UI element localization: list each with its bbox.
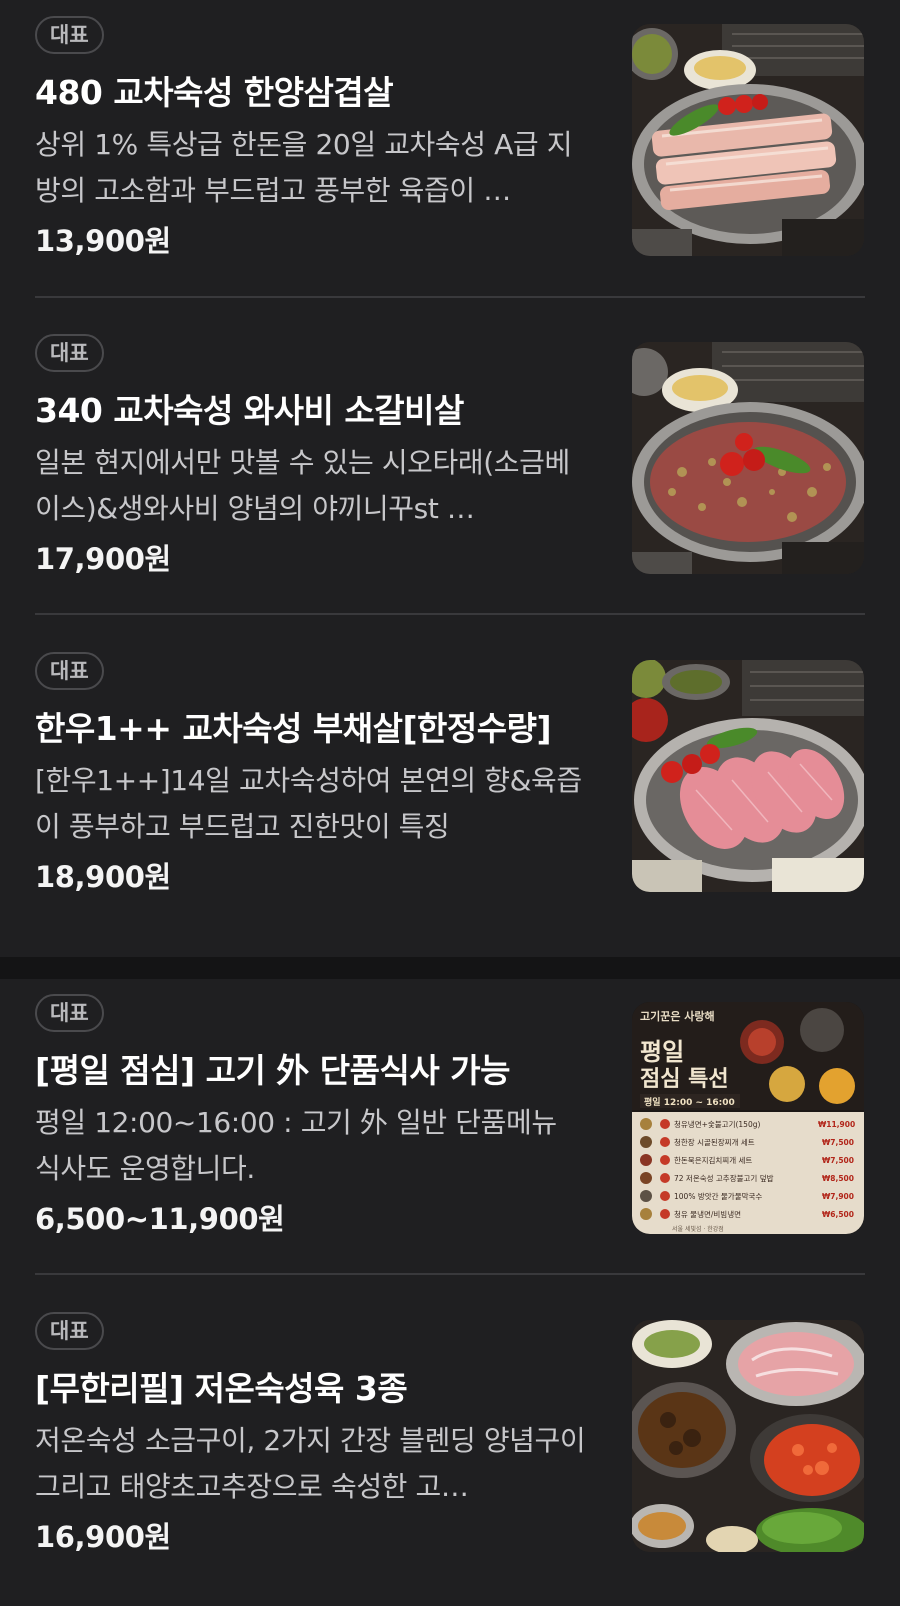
menu-item[interactable]: 대표 [무한리필] 저온숙성육 3종 저온숙성 소금구이, 2가지 간장 블렌딩… <box>0 1296 900 1596</box>
poster-hours: 평일 12:00 ~ 16:00 <box>644 1096 735 1108</box>
menu-item-description: 상위 1% 특상급 한돈을 20일 교차숙성 A급 지방의 고소함과 부드럽고 … <box>35 128 573 207</box>
menu-item-name: 480 교차숙성 한양삼겹살 <box>35 73 394 112</box>
hanwoo-top-blade-photo[interactable] <box>632 660 864 892</box>
poster-row-price: ₩7,500 <box>822 1138 854 1147</box>
menu-item-price: 6,500~11,900원 <box>35 1202 285 1236</box>
divider <box>35 613 865 615</box>
menu-item-name: [평일 점심] 고기 外 단품식사 가능 <box>35 1051 510 1090</box>
menu-item-name: 340 교차숙성 와사비 소갈비살 <box>35 391 464 430</box>
poster-row-label: 72 저온숙성 고추장불고기 덮밥 <box>674 1173 774 1183</box>
menu-item-price: 18,900원 <box>35 860 171 894</box>
signature-badge: 대표 <box>35 994 104 1032</box>
poster-row-price: ₩8,500 <box>822 1174 854 1183</box>
menu-item-price: 17,900원 <box>35 542 171 576</box>
poster-title-line2: 점심 특선 <box>640 1066 729 1092</box>
section-separator <box>0 957 900 979</box>
signature-badge: 대표 <box>35 1312 104 1350</box>
beef-rib-photo[interactable] <box>632 342 864 574</box>
poster-row-price: ₩6,500 <box>822 1210 854 1219</box>
signature-badge: 대표 <box>35 16 104 54</box>
menu-item-description: 평일 12:00~16:00 : 고기 外 일반 단품메뉴 식사도 운영합니다. <box>35 1106 557 1185</box>
poster-row-label: 청한장 시골된장찌개 세트 <box>674 1137 755 1147</box>
signature-badge: 대표 <box>35 334 104 372</box>
poster-row-price: ₩11,900 <box>818 1120 855 1129</box>
lunch-special-menu-poster[interactable]: 고기꾼은 사랑해 평일 점심 특선 평일 12:00 ~ 16:00 청유냉면+… <box>632 1002 864 1234</box>
unlimited-meat-platter-photo[interactable] <box>632 1320 864 1552</box>
poster-row-label: 한돈묵은지김치찌개 세트 <box>674 1155 752 1165</box>
grilled-pork-belly-photo[interactable] <box>632 24 864 256</box>
poster-row-label: 100% 방앗간 물가물막국수 <box>674 1191 762 1201</box>
menu-item-description: [한우1++]14일 교차숙성하여 본연의 향&육즙이 풍부하고 부드럽고 진한… <box>35 764 582 843</box>
divider <box>35 1273 865 1275</box>
menu-item[interactable]: 대표 한우1++ 교차숙성 부채살[한정수량] [한우1++]14일 교차숙성하… <box>0 636 900 936</box>
poster-footer: 서울 세빛섬 · 한강점 <box>672 1225 724 1233</box>
menu-item-name: 한우1++ 교차숙성 부채살[한정수량] <box>35 709 552 748</box>
poster-brand: 고기꾼은 사랑해 <box>640 1009 715 1023</box>
divider <box>35 296 865 298</box>
poster-row-price: ₩7,500 <box>822 1156 854 1165</box>
menu-item[interactable]: 대표 480 교차숙성 한양삼겹살 상위 1% 특상급 한돈을 20일 교차숙성… <box>0 0 900 300</box>
poster-row-label: 청유 물냉면/비빔냉면 <box>674 1209 741 1219</box>
menu-item-name: [무한리필] 저온숙성육 3종 <box>35 1369 408 1408</box>
poster-title-line1: 평일 <box>640 1037 684 1066</box>
menu-item-description: 일본 현지에서만 맛볼 수 있는 시오타래(소금베이스)&생와사비 양념의 야끼… <box>35 446 570 525</box>
menu-item-description: 저온숙성 소금구이, 2가지 간장 블렌딩 양념구이 그리고 태양초고추장으로 … <box>35 1424 586 1503</box>
poster-row-price: ₩7,900 <box>822 1192 854 1201</box>
menu-item-price: 16,900원 <box>35 1520 171 1554</box>
poster-row-label: 청유냉면+숯불고기(150g) <box>674 1119 760 1129</box>
menu-item[interactable]: 대표 [평일 점심] 고기 外 단품식사 가능 평일 12:00~16:00 :… <box>0 978 900 1278</box>
menu-item-price: 13,900원 <box>35 224 171 258</box>
menu-item[interactable]: 대표 340 교차숙성 와사비 소갈비살 일본 현지에서만 맛볼 수 있는 시오… <box>0 318 900 618</box>
signature-badge: 대표 <box>35 652 104 690</box>
